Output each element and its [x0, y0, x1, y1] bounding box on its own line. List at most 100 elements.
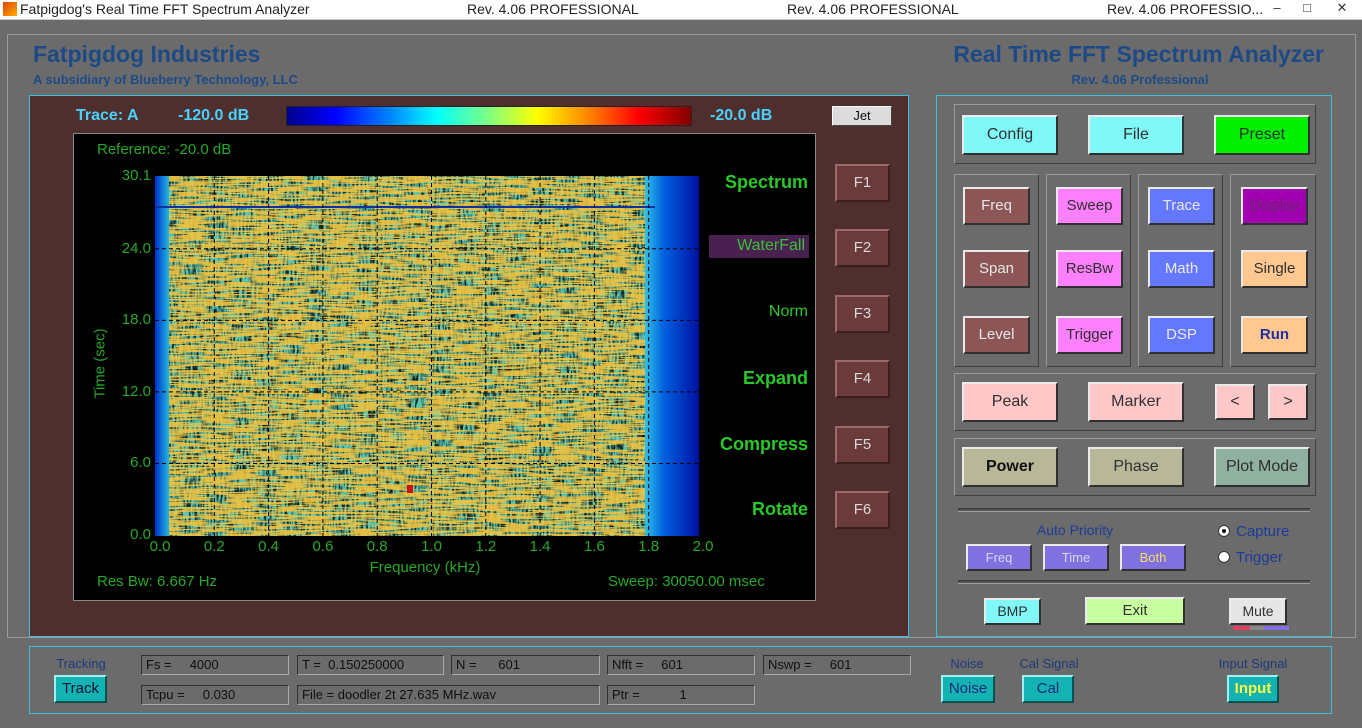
- fs-field: Fs = 4000: [141, 655, 289, 675]
- trigger-radio-label: Trigger: [1236, 549, 1283, 566]
- noise-button[interactable]: Noise: [941, 675, 995, 703]
- trigger-radio[interactable]: [1218, 551, 1230, 563]
- x-tick-label: 0.8: [366, 538, 388, 555]
- auto-priority-freq-button[interactable]: Freq: [966, 544, 1032, 571]
- noise-label: Noise: [950, 656, 984, 671]
- cal-button[interactable]: Cal: [1022, 675, 1074, 703]
- mute-indicator: [1233, 626, 1289, 630]
- capture-label: Capture: [1236, 523, 1290, 540]
- single-button[interactable]: Single: [1241, 250, 1308, 288]
- trace-button[interactable]: Trace: [1148, 187, 1215, 225]
- peak-button[interactable]: Peak: [962, 382, 1058, 422]
- x-tick-label: 0.4: [258, 538, 280, 555]
- cal-signal-label: Cal Signal: [1019, 656, 1079, 671]
- subsidiary-text: A subsidiary of Blueberry Technology, LL…: [33, 72, 298, 87]
- x-tick-label: 2.0: [692, 538, 714, 555]
- fkey-button-f4[interactable]: F4: [835, 360, 890, 398]
- close-icon[interactable]: ✕: [1322, 0, 1362, 20]
- bmp-button[interactable]: BMP: [984, 598, 1041, 625]
- exit-button[interactable]: Exit: [1085, 597, 1185, 625]
- dsp-button[interactable]: DSP: [1148, 316, 1215, 354]
- waterfall-right-edge: [645, 176, 699, 536]
- freq-button[interactable]: Freq: [963, 187, 1030, 225]
- fkey-label-expand: Expand: [742, 368, 808, 388]
- y-tick-label: 6.0: [130, 454, 151, 472]
- x-tick-label: 1.2: [475, 538, 497, 555]
- marker-button[interactable]: Marker: [1088, 382, 1184, 422]
- ptr-field: Ptr = 1: [607, 685, 755, 705]
- marker-prev-button[interactable]: <: [1215, 384, 1255, 420]
- run-button[interactable]: Run: [1241, 316, 1308, 354]
- resbw-label: Res Bw: 6.667 Hz: [97, 573, 218, 590]
- company-name: Fatpigdog Industries: [33, 41, 261, 67]
- colorbar-min-label: -120.0 dB: [178, 107, 250, 124]
- colormap-button[interactable]: Jet: [832, 106, 892, 126]
- phase-button[interactable]: Phase: [1088, 447, 1184, 487]
- fkey-button-f2[interactable]: F2: [835, 229, 890, 267]
- tcpu-field: Tcpu = 0.030: [141, 685, 289, 705]
- y-tick-label: 30.1: [121, 167, 151, 184]
- input-button[interactable]: Input: [1227, 675, 1279, 703]
- fkey-label-compress: Compress: [719, 434, 808, 454]
- power-button[interactable]: Power: [962, 447, 1058, 487]
- input-signal-label: Input Signal: [1218, 656, 1288, 671]
- x-tick-label: 0.2: [203, 538, 225, 555]
- auto-priority-label: Auto Priority: [1036, 522, 1114, 538]
- file-field: File = doodler 2t 27.635 MHz.wav: [297, 685, 600, 705]
- separator-top: [958, 508, 1310, 512]
- t-field: T = 0.150250000: [297, 655, 444, 675]
- app-icon: [3, 2, 17, 16]
- window-titlebar: Fatpigdog's Real Time FFT Spectrum Analy…: [0, 0, 1362, 20]
- sweep-button[interactable]: Sweep: [1056, 187, 1123, 225]
- waterfall-line: [155, 206, 655, 208]
- maximize-icon[interactable]: □: [1292, 0, 1322, 20]
- y-tick-label: 24.0: [121, 239, 151, 257]
- x-tick-label: 0.6: [312, 538, 334, 555]
- window-title: Fatpigdog's Real Time FFT Spectrum Analy…: [20, 1, 310, 17]
- capture-radio[interactable]: [1218, 525, 1230, 537]
- n-field: N = 601: [451, 655, 600, 675]
- auto-priority-both-button[interactable]: Both: [1120, 544, 1186, 571]
- waterfall-plot: [155, 176, 699, 536]
- x-tick-label: 1.6: [583, 538, 605, 555]
- reference-label: Reference: -20.0 dB: [97, 141, 232, 158]
- minimize-icon[interactable]: –: [1262, 0, 1292, 20]
- level-button[interactable]: Level: [963, 316, 1030, 354]
- window-revision-1: Rev. 4.06 PROFESSIONAL: [467, 1, 639, 17]
- colorbar-max-label: -20.0 dB: [710, 107, 773, 124]
- fkey-button-f3[interactable]: F3: [835, 295, 890, 333]
- trace-label: Trace: A: [76, 107, 139, 124]
- y-tick-label: 12.0: [121, 382, 151, 400]
- window-revision-2: Rev. 4.06 PROFESSIONAL: [787, 1, 959, 17]
- sweep-label: Sweep: 30050.00 msec: [608, 573, 765, 590]
- waterfall-left-edge: [155, 176, 169, 536]
- x-tick-label: 1.4: [529, 538, 551, 555]
- fkey-label-waterfall: WaterFall: [709, 235, 809, 258]
- marker-next-button[interactable]: >: [1268, 384, 1308, 420]
- trigger-button[interactable]: Trigger: [1056, 316, 1123, 354]
- math-button[interactable]: Math: [1148, 250, 1215, 288]
- fkey-button-f5[interactable]: F5: [835, 426, 890, 464]
- fkey-label-rotate: Rotate: [751, 499, 808, 519]
- colorbar: [286, 106, 692, 126]
- preset-button[interactable]: Preset: [1214, 115, 1310, 155]
- x-tick-label: 1.8: [638, 538, 660, 555]
- resbw-button[interactable]: ResBw: [1056, 250, 1123, 288]
- app-title: Real Time FFT Spectrum Analyzer: [953, 41, 1324, 67]
- fkey-button-f1[interactable]: F1: [835, 164, 890, 202]
- span-button[interactable]: Span: [963, 250, 1030, 288]
- y-tick-label: 18.0: [121, 311, 151, 329]
- file-button[interactable]: File: [1088, 115, 1184, 155]
- display-button[interactable]: Display: [1241, 187, 1308, 225]
- nswp-field: Nswp = 601: [763, 655, 911, 675]
- plot-mode-button[interactable]: Plot Mode: [1214, 447, 1310, 487]
- config-button[interactable]: Config: [962, 115, 1058, 155]
- separator-bottom: [958, 580, 1310, 584]
- revision-label: Rev. 4.06 Professional: [1071, 72, 1209, 87]
- waterfall-peak: [407, 485, 413, 493]
- fkey-button-f6[interactable]: F6: [835, 491, 890, 529]
- waterfall-hotspots: [155, 176, 699, 536]
- auto-priority-time-button[interactable]: Time: [1043, 544, 1109, 571]
- mute-button[interactable]: Mute: [1229, 598, 1287, 625]
- track-button[interactable]: Track: [54, 675, 107, 703]
